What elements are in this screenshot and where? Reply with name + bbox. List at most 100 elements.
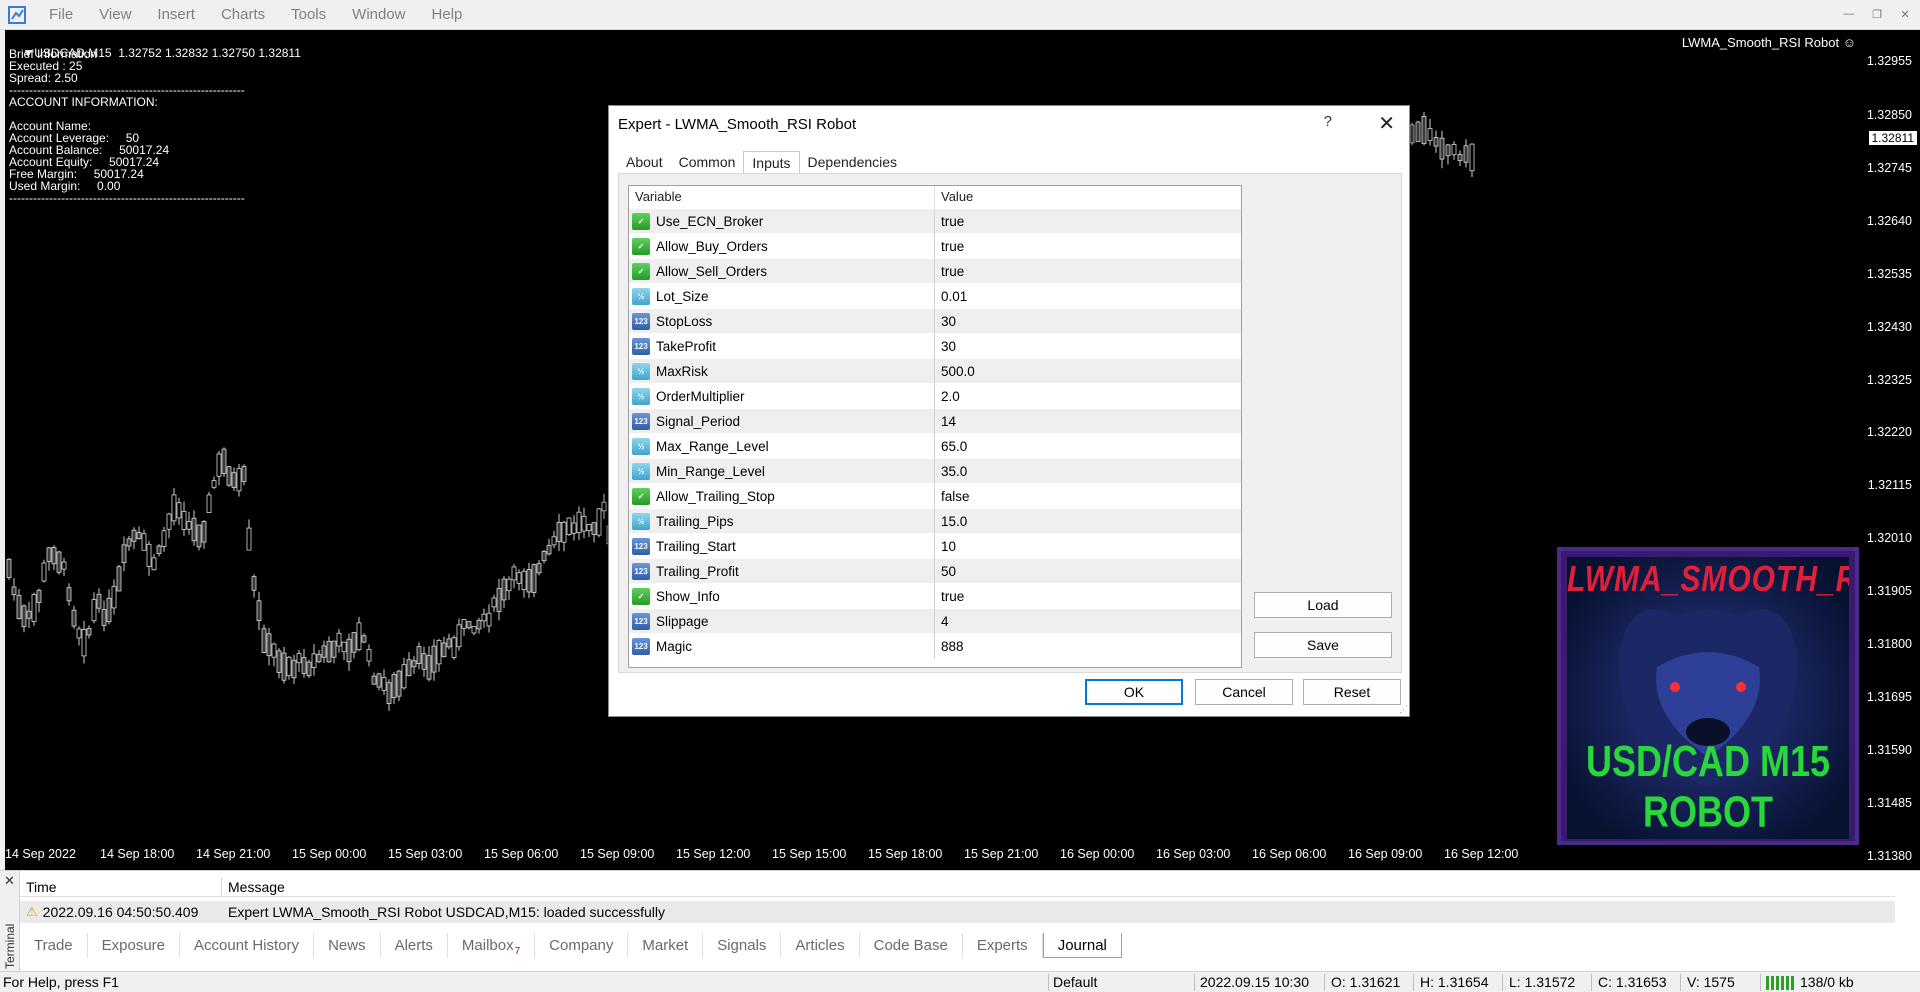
column-header-variable[interactable]: Variable [629, 186, 935, 208]
input-row[interactable]: ✓ Show_Info true [629, 583, 1241, 609]
terminal-tab-experts[interactable]: Experts [963, 933, 1043, 958]
candle-body [1433, 137, 1439, 147]
int-icon: 123 [632, 412, 650, 430]
terminal-tab-market[interactable]: Market [628, 933, 704, 958]
tab-dependencies[interactable]: Dependencies [800, 151, 906, 173]
candle-body [316, 654, 322, 663]
ea-label[interactable]: LWMA_Smooth_RSI Robot ☺ [1682, 35, 1856, 50]
terminal-tab-mailbox[interactable]: Mailbox7 [448, 933, 536, 958]
close-icon[interactable]: ✕ [1378, 111, 1395, 136]
input-row[interactable]: 123 Signal_Period 14 [629, 408, 1241, 434]
candle-body [546, 545, 552, 555]
candle-body [531, 564, 537, 593]
input-variable-cell: ✓ Use_ECN_Broker [629, 208, 935, 234]
input-row[interactable]: ½ Lot_Size 0.01 [629, 283, 1241, 309]
input-row[interactable]: ½ Trailing_Pips 15.0 [629, 508, 1241, 534]
cancel-button[interactable]: Cancel [1195, 679, 1293, 705]
input-row[interactable]: 123 TakeProfit 30 [629, 333, 1241, 359]
terminal-tab-alerts[interactable]: Alerts [381, 933, 448, 958]
app-logo-icon[interactable] [6, 4, 28, 26]
menu-file[interactable]: File [36, 0, 86, 30]
terminal-tab-exposure[interactable]: Exposure [88, 933, 181, 958]
input-row[interactable]: ✓ Allow_Buy_Orders true [629, 233, 1241, 259]
input-row[interactable]: ½ Max_Range_Level 65.0 [629, 433, 1241, 459]
input-value[interactable]: true [935, 209, 1241, 234]
input-value[interactable]: true [935, 234, 1241, 259]
input-row[interactable]: ½ OrderMultiplier 2.0 [629, 383, 1241, 409]
input-value[interactable]: 4 [935, 609, 1241, 634]
input-value[interactable]: false [935, 484, 1241, 509]
window-controls: — ❐ ✕ [1840, 5, 1914, 23]
candle-body [66, 587, 72, 602]
help-icon[interactable]: ? [1324, 113, 1332, 130]
reset-button[interactable]: Reset [1303, 679, 1401, 705]
candle-body [21, 605, 27, 628]
status-profile[interactable]: Default [1053, 972, 1097, 992]
menu-view[interactable]: View [86, 0, 144, 30]
input-value[interactable]: 65.0 [935, 434, 1241, 459]
input-value[interactable]: 30 [935, 334, 1241, 359]
terminal-tab-signals[interactable]: Signals [703, 933, 782, 958]
terminal-tab-trade[interactable]: Trade [20, 933, 88, 958]
input-row[interactable]: ✓ Allow_Trailing_Stop false [629, 483, 1241, 509]
restore-icon[interactable]: ❐ [1868, 5, 1886, 23]
terminal-tab-news[interactable]: News [314, 933, 381, 958]
menu-tools[interactable]: Tools [278, 0, 339, 30]
tab-inputs[interactable]: Inputs [743, 151, 800, 173]
input-row[interactable]: ½ MaxRisk 500.0 [629, 358, 1241, 384]
terminal-tab-account-history[interactable]: Account History [180, 933, 315, 958]
banner-subtitle: USD/CAD M15 ROBOT [1585, 736, 1831, 837]
journal-row[interactable]: ⚠ 2022.09.16 04:50:50.409 Expert LWMA_Sm… [20, 901, 1895, 923]
input-value[interactable]: true [935, 584, 1241, 609]
menu-charts[interactable]: Charts [208, 0, 278, 30]
input-value[interactable]: 10 [935, 534, 1241, 559]
close-icon[interactable]: ✕ [1896, 5, 1914, 23]
ok-button[interactable]: OK [1085, 679, 1183, 705]
price-scale-label: 1.31380 [1866, 849, 1912, 863]
price-scale-label: 1.32955 [1866, 54, 1912, 68]
resize-grip-icon[interactable]: ⋰ [1399, 704, 1408, 715]
input-value[interactable]: 0.01 [935, 284, 1241, 309]
column-header-value[interactable]: Value [935, 186, 973, 208]
input-value[interactable]: 15.0 [935, 509, 1241, 534]
terminal-tab-code-base[interactable]: Code Base [860, 933, 963, 958]
input-row[interactable]: 123 Trailing_Profit 50 [629, 558, 1241, 584]
terminal-tab-journal[interactable]: Journal [1042, 933, 1122, 958]
input-value[interactable]: true [935, 259, 1241, 284]
column-header-time[interactable]: Time [20, 877, 222, 896]
status-connection[interactable]: 138/0 kb [1766, 972, 1854, 992]
close-icon[interactable]: ✕ [4, 873, 15, 889]
input-row[interactable]: 123 Trailing_Start 10 [629, 533, 1241, 559]
input-row[interactable]: 123 Magic 888 [629, 633, 1241, 659]
input-row[interactable]: ✓ Allow_Sell_Orders true [629, 258, 1241, 284]
candle-body [476, 619, 482, 630]
menu-insert[interactable]: Insert [144, 0, 208, 30]
candle-body [321, 645, 327, 658]
input-variable-cell: ½ MaxRisk [629, 358, 935, 384]
terminal-tab-articles[interactable]: Articles [781, 933, 860, 958]
input-row[interactable]: 123 StopLoss 30 [629, 308, 1241, 334]
input-value[interactable]: 14 [935, 409, 1241, 434]
terminal-tab-label: Exposure [101, 937, 166, 954]
candle-body [31, 594, 37, 622]
input-row[interactable]: 123 Slippage 4 [629, 608, 1241, 634]
input-value[interactable]: 888 [935, 634, 1241, 659]
column-header-message[interactable]: Message [222, 877, 1895, 896]
tab-about[interactable]: About [618, 151, 671, 173]
input-row[interactable]: ✓ Use_ECN_Broker true [629, 208, 1241, 234]
menu-window[interactable]: Window [339, 0, 418, 30]
input-value[interactable]: 30 [935, 309, 1241, 334]
menu-help[interactable]: Help [419, 0, 476, 30]
load-button[interactable]: Load [1254, 592, 1392, 618]
input-row[interactable]: ½ Min_Range_Level 35.0 [629, 458, 1241, 484]
input-value[interactable]: 50 [935, 559, 1241, 584]
tab-common[interactable]: Common [671, 151, 744, 173]
input-value[interactable]: 2.0 [935, 384, 1241, 409]
terminal-tab-company[interactable]: Company [535, 933, 629, 958]
input-value[interactable]: 35.0 [935, 459, 1241, 484]
input-value[interactable]: 500.0 [935, 359, 1241, 384]
minimize-icon[interactable]: — [1840, 5, 1858, 23]
save-button[interactable]: Save [1254, 632, 1392, 658]
current-price-label: 1.32811 [1868, 131, 1917, 145]
int-icon: 123 [632, 637, 650, 655]
